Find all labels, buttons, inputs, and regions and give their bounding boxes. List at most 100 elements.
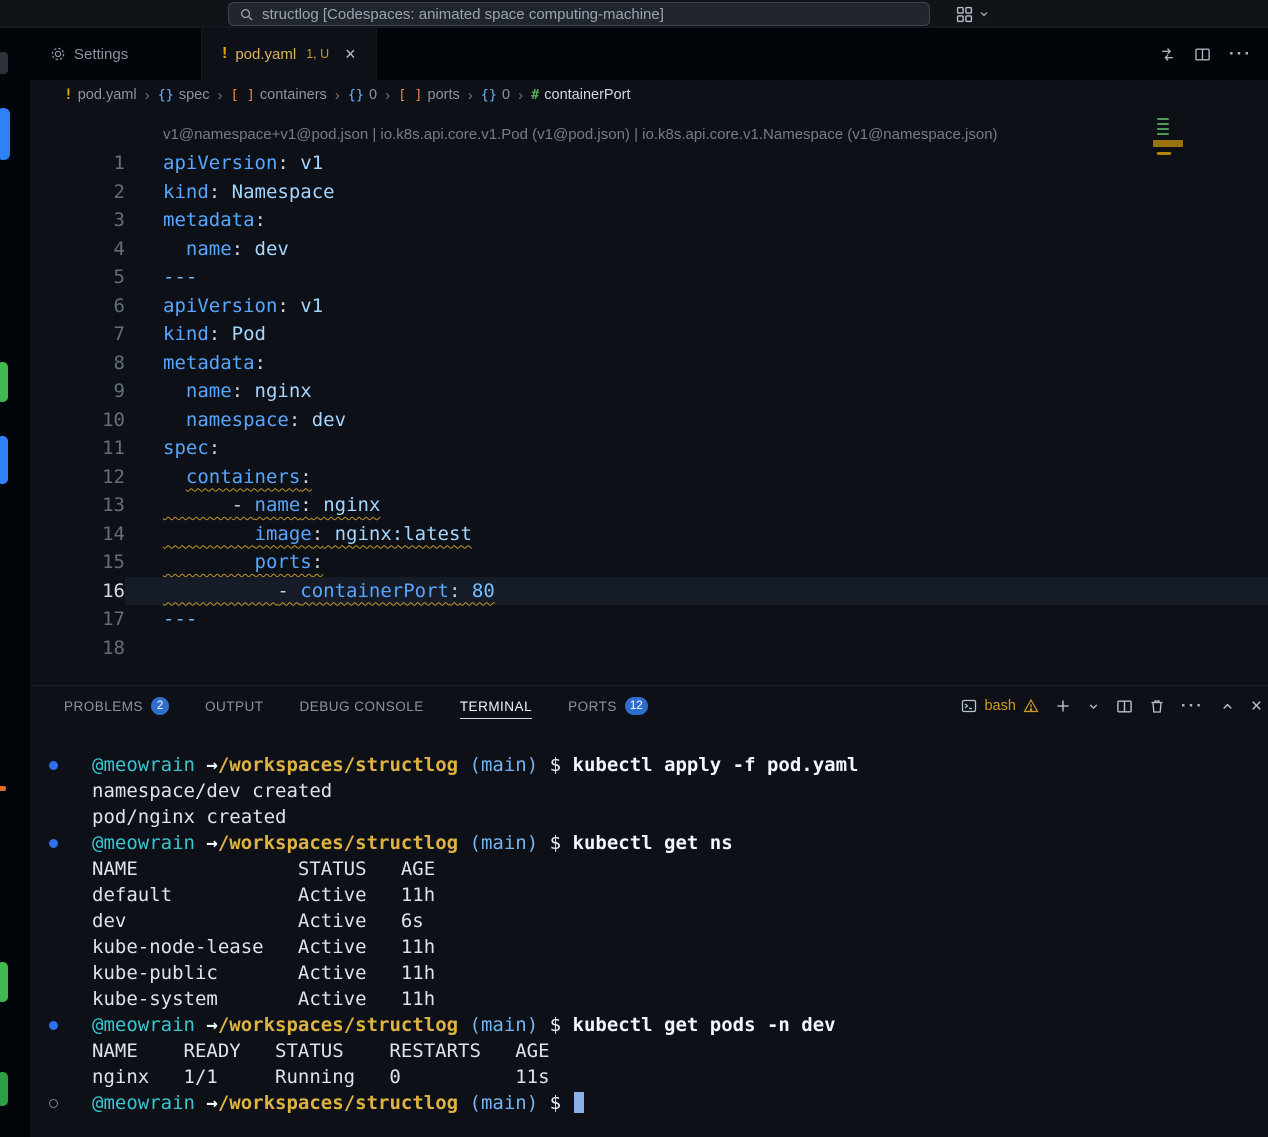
panel-tabs: PROBLEMS2 OUTPUT DEBUG CONSOLE TERMINAL PORT… — [64, 686, 648, 726]
code-line-12[interactable]: 12 containers: — [30, 463, 1268, 492]
code-line-1[interactable]: 1apiVersion: v1 — [30, 149, 1268, 178]
editor-actions: ··· — [1159, 28, 1268, 80]
compare-changes-icon[interactable] — [1159, 46, 1176, 63]
terminal-row: default Active 11h — [44, 882, 1268, 908]
code-line-8[interactable]: 8metadata: — [30, 349, 1268, 378]
code-line-6[interactable]: 6apiVersion: v1 — [30, 292, 1268, 321]
terminal-row: NAME READY STATUS RESTARTS AGE — [44, 1038, 1268, 1064]
close-panel-icon[interactable]: × — [1251, 697, 1262, 716]
code-line-13[interactable]: 13 - name: nginx — [30, 491, 1268, 520]
schema-hint-codelens[interactable]: v1@namespace+v1@pod.json | io.k8s.api.co… — [30, 110, 1268, 149]
activity-icon-fragment — [0, 362, 8, 402]
breadcrumb-separator-icon: › — [144, 87, 151, 104]
breadcrumb-label: containers — [260, 87, 327, 103]
breadcrumb-separator-icon: › — [334, 87, 341, 104]
layout-grid-icon[interactable] — [956, 6, 973, 23]
trash-icon[interactable] — [1149, 698, 1165, 714]
command-decoration-icon[interactable] — [49, 1099, 58, 1108]
breadcrumb-item-ports[interactable]: [ ] ports — [398, 87, 460, 103]
editor[interactable]: v1@namespace+v1@pod.json | io.k8s.api.co… — [30, 110, 1268, 685]
arr-symbol-icon: [ ] — [398, 87, 422, 103]
obj-symbol-icon: {} — [481, 87, 497, 103]
count-badge: 2 — [151, 697, 169, 715]
code-line-11[interactable]: 11spec: — [30, 434, 1268, 463]
panel-tab-output[interactable]: OUTPUT — [205, 686, 264, 726]
code-line-3[interactable]: 3metadata: — [30, 206, 1268, 235]
warning-mark-icon: ! — [222, 45, 227, 63]
tab-label: pod.yaml — [235, 46, 296, 63]
line-number: 14 — [30, 520, 125, 549]
code-line-16[interactable]: 16 - containerPort: 80 — [30, 577, 1268, 606]
activity-icon-fragment — [0, 52, 8, 74]
chevron-up-icon[interactable] — [1220, 699, 1235, 714]
shell-selector[interactable]: bash — [961, 698, 1038, 714]
terminal-row: @meowrain →/workspaces/structlog (main) … — [44, 1012, 1268, 1038]
breadcrumb-item-spec[interactable]: {}spec — [158, 87, 210, 103]
activity-icon-fragment — [0, 786, 6, 791]
terminal-row: pod/nginx created — [44, 804, 1268, 830]
close-icon[interactable]: × — [345, 45, 356, 63]
code-line-4[interactable]: 4 name: dev — [30, 235, 1268, 264]
terminal-row: namespace/dev created — [44, 778, 1268, 804]
code-line-5[interactable]: 5--- — [30, 263, 1268, 292]
command-decoration-icon[interactable] — [49, 761, 58, 770]
obj-symbol-icon: {} — [158, 87, 174, 103]
code-line-10[interactable]: 10 namespace: dev — [30, 406, 1268, 435]
terminal[interactable]: @meowrain →/workspaces/structlog (main) … — [30, 726, 1268, 1116]
code-line-18[interactable]: 18 — [30, 634, 1268, 663]
obj-symbol-icon: {} — [348, 87, 364, 103]
code-line-15[interactable]: 15 ports: — [30, 548, 1268, 577]
breadcrumb-item-containerport[interactable]: #containerPort — [531, 87, 630, 103]
terminal-row: kube-node-lease Active 11h — [44, 934, 1268, 960]
panel-tab-problems[interactable]: PROBLEMS2 — [64, 686, 169, 726]
panel-tab-ports[interactable]: PORTS 12 — [568, 686, 648, 726]
line-number: 3 — [30, 206, 125, 235]
chevron-down-icon[interactable] — [978, 8, 990, 20]
code-line-7[interactable]: 7kind: Pod — [30, 320, 1268, 349]
more-actions-icon[interactable]: ··· — [1229, 44, 1252, 64]
split-terminal-icon[interactable] — [1116, 698, 1133, 715]
breadcrumb-item-0[interactable]: {}0 — [481, 87, 510, 103]
terminal-row: @meowrain →/workspaces/structlog (main) … — [44, 830, 1268, 856]
warn-symbol-icon: ! — [64, 87, 73, 103]
terminal-row: @meowrain →/workspaces/structlog (main) … — [44, 752, 1268, 778]
count-badge: 12 — [625, 697, 648, 715]
line-number: 18 — [30, 634, 125, 663]
breadcrumb-label: containerPort — [544, 87, 630, 103]
code-line-9[interactable]: 9 name: nginx — [30, 377, 1268, 406]
breadcrumb: !pod.yaml›{}spec›[ ]containers›{}0›[ ]po… — [30, 80, 1268, 110]
activity-bar-strip — [0, 28, 30, 1137]
panel-header: PROBLEMS2 OUTPUT DEBUG CONSOLE TERMINAL PORT… — [30, 686, 1268, 726]
line-number: 12 — [30, 463, 125, 492]
line-number: 11 — [30, 434, 125, 463]
terminal-row: nginx 1/1 Running 0 11s — [44, 1064, 1268, 1090]
code-area: 1apiVersion: v12kind: Namespace3metadata… — [30, 149, 1268, 662]
split-editor-icon[interactable] — [1194, 46, 1211, 63]
code-line-17[interactable]: 17--- — [30, 605, 1268, 634]
tab-status-badge: 1, U — [306, 47, 329, 61]
activity-icon-fragment — [0, 962, 8, 1002]
command-center-search[interactable]: structlog [Codespaces: animated space co… — [228, 2, 930, 26]
breadcrumb-item-0[interactable]: {}0 — [348, 87, 377, 103]
arr-symbol-icon: [ ] — [230, 87, 254, 103]
panel-tab-debug-console[interactable]: DEBUG CONSOLE — [300, 686, 424, 726]
breadcrumb-item-containers[interactable]: [ ] containers — [230, 87, 326, 103]
panel-tab-label: OUTPUT — [205, 699, 264, 714]
chevron-down-icon[interactable] — [1087, 700, 1100, 713]
code-line-14[interactable]: 14 image: nginx:latest — [30, 520, 1268, 549]
terminal-row: kube-public Active 11h — [44, 960, 1268, 986]
command-decoration-icon[interactable] — [49, 839, 58, 848]
new-terminal-icon[interactable] — [1055, 698, 1071, 714]
panel-tab-label: PORTS — [568, 699, 617, 714]
code-line-2[interactable]: 2kind: Namespace — [30, 178, 1268, 207]
panel-tab-terminal[interactable]: TERMINAL — [460, 686, 532, 726]
breadcrumb-label: ports — [428, 87, 460, 103]
command-decoration-icon[interactable] — [49, 1021, 58, 1030]
tab-pod-yaml[interactable]: ! pod.yaml 1, U × — [202, 28, 377, 80]
breadcrumb-item-pod.yaml[interactable]: !pod.yaml — [64, 87, 137, 103]
line-number: 6 — [30, 292, 125, 321]
more-actions-icon[interactable]: ··· — [1181, 696, 1204, 716]
panel-tab-label: DEBUG CONSOLE — [300, 699, 424, 714]
tab-settings[interactable]: Settings — [30, 28, 202, 80]
terminal-row: @meowrain →/workspaces/structlog (main) … — [44, 1090, 1268, 1116]
